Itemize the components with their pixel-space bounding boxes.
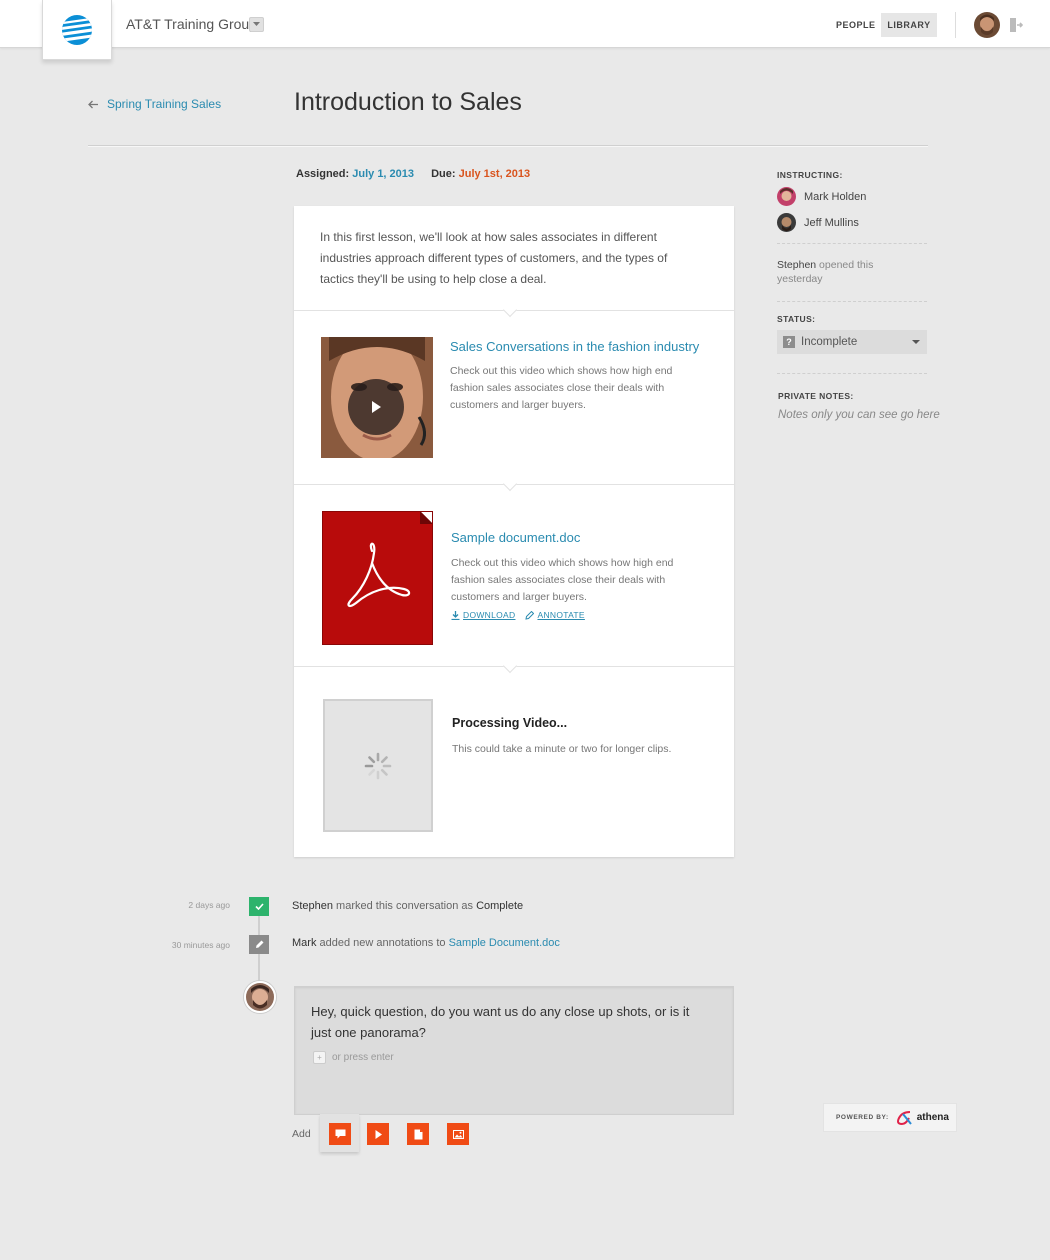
spinner-icon (364, 752, 392, 779)
page-title: Introduction to Sales (294, 88, 522, 116)
divider-notch (502, 658, 518, 674)
divider (955, 12, 956, 38)
add-document-button[interactable] (407, 1123, 429, 1145)
athena-logo-icon (896, 1110, 912, 1125)
nav-library[interactable]: LIBRARY (881, 13, 937, 37)
private-notes-label: PRIVATE NOTES: (778, 391, 854, 401)
instructor-name: Jeff Mullins (804, 216, 859, 229)
timeline-action: added new annotations to (319, 937, 446, 949)
processing-title: Processing Video... (452, 716, 568, 730)
enter-hint: + or press enter (313, 1051, 394, 1064)
timeline-actor[interactable]: Mark (292, 937, 316, 949)
arrow-left-icon (88, 100, 98, 108)
timeline-actor[interactable]: Stephen (292, 900, 333, 912)
user-avatar[interactable] (974, 12, 1000, 38)
timeline-object: Complete (476, 900, 524, 912)
comment-text: Hey, quick question, do you want us do a… (311, 1004, 690, 1040)
back-link[interactable]: Spring Training Sales (88, 97, 221, 111)
document-actions: DOWNLOAD ANNOTATE (451, 610, 585, 620)
pdf-icon (322, 511, 433, 645)
pencil-icon (525, 610, 535, 620)
divider (777, 301, 927, 302)
dates: Assigned: July 1, 2013 Due: July 1st, 20… (296, 168, 530, 180)
assigned-date: July 1, 2013 (352, 168, 415, 180)
chevron-down-icon (253, 22, 260, 26)
avatar-image (974, 12, 1000, 38)
powered-by-label: POWERED BY: (836, 1114, 889, 1121)
att-logo[interactable] (42, 0, 112, 60)
timeline-time: 30 minutes ago (171, 940, 230, 950)
chevron-down-icon (912, 340, 920, 344)
video-icon (375, 1129, 382, 1139)
timeline-entry: Mark added new annotations to Sample Doc… (292, 937, 560, 949)
commenter-avatar (244, 981, 276, 1013)
top-bar: AT&T Training Group PEOPLE LIBRARY (0, 0, 1050, 60)
document-description: Check out this video which shows how hig… (451, 557, 674, 603)
status-select[interactable]: ? Incomplete (777, 330, 927, 354)
download-icon (451, 610, 460, 620)
enter-hint-text: or press enter (332, 1052, 394, 1063)
private-notes-input[interactable]: Notes only you can see go here (778, 409, 940, 421)
timeline-marker (249, 897, 269, 916)
document-title[interactable]: Sample document.doc (451, 530, 580, 545)
add-video-button[interactable] (367, 1123, 389, 1145)
header-divider (88, 145, 928, 147)
due-date: July 1st, 2013 (458, 168, 531, 180)
activity-actor: Stephen (777, 259, 817, 271)
instructor-item[interactable]: Mark Holden (777, 187, 866, 206)
video-thumbnail[interactable] (321, 337, 433, 458)
annotate-label: ANNOTATE (537, 610, 585, 620)
timeline-entry: Stephen marked this conversation as Comp… (292, 900, 523, 912)
play-icon (372, 401, 381, 413)
divider-notch (502, 476, 518, 492)
video-title[interactable]: Sales Conversations in the fashion indus… (450, 339, 699, 354)
timeline-time: 2 days ago (188, 900, 230, 910)
nav-people[interactable]: PEOPLE (826, 13, 886, 37)
download-label: DOWNLOAD (463, 610, 516, 620)
back-link-label: Spring Training Sales (107, 97, 222, 111)
instructing-label: INSTRUCTING: (777, 170, 843, 180)
processing-description: This could take a minute or two for long… (452, 743, 672, 755)
avatar (777, 213, 796, 232)
pdf-document-thumbnail[interactable] (322, 511, 433, 645)
globe-logo-icon (62, 14, 92, 45)
question-icon: ? (783, 336, 795, 348)
assigned-label: Assigned: (296, 168, 350, 180)
image-icon (452, 1129, 464, 1139)
powered-by-brand: athena (916, 1112, 949, 1123)
timeline-marker (249, 935, 269, 954)
comment-input[interactable]: Hey, quick question, do you want us do a… (294, 986, 734, 1115)
play-button[interactable] (348, 379, 404, 435)
processing-thumbnail (323, 699, 433, 832)
annotate-link[interactable]: ANNOTATE (525, 610, 585, 620)
instructor-name: Mark Holden (804, 190, 867, 203)
divider (777, 373, 927, 374)
instructor-item[interactable]: Jeff Mullins (777, 213, 859, 232)
org-dropdown-button[interactable] (249, 17, 264, 32)
due-label: Due: (431, 168, 456, 180)
video-description: Check out this video which shows how hig… (450, 365, 673, 411)
timeline-object-link[interactable]: Sample Document.doc (449, 937, 560, 949)
add-image-button[interactable] (447, 1123, 469, 1145)
add-label: Add (292, 1128, 311, 1140)
divider (777, 243, 927, 244)
status-label: STATUS: (777, 314, 816, 324)
enter-key-icon: + (313, 1051, 326, 1064)
check-icon (254, 903, 264, 910)
document-icon (414, 1129, 422, 1139)
activity-note: Stephen opened this yesterday (777, 258, 917, 286)
signout-icon[interactable] (1009, 17, 1024, 33)
avatar (777, 187, 796, 206)
comment-icon (335, 1129, 345, 1139)
powered-by-badge[interactable]: POWERED BY: athena (823, 1103, 957, 1132)
pencil-icon (255, 940, 263, 948)
download-link[interactable]: DOWNLOAD (451, 610, 515, 620)
timeline-action: marked this conversation as (336, 900, 473, 912)
status-value: Incomplete (801, 336, 858, 348)
lesson-card: In this first lesson, we'll look at how … (294, 206, 734, 857)
add-comment-button[interactable] (329, 1123, 351, 1145)
divider-notch (502, 302, 518, 318)
org-name[interactable]: AT&T Training Group (126, 16, 257, 32)
lesson-intro: In this first lesson, we'll look at how … (320, 230, 668, 286)
